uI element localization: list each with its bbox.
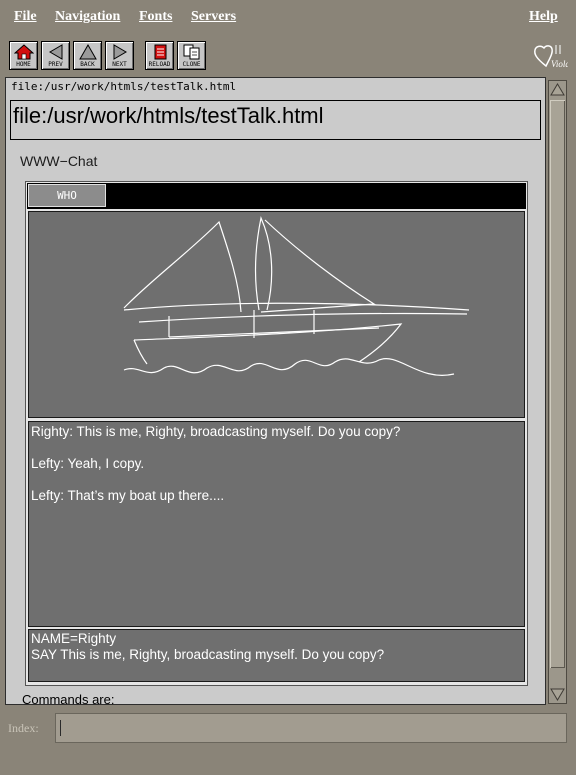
url-label: file:/usr/work/htmls/testTalk.html [11, 80, 237, 93]
command-input[interactable]: NAME=Righty SAY This is me, Righty, broa… [28, 629, 525, 682]
reload-button[interactable]: RELOAD [145, 41, 174, 70]
arrow-up-icon [79, 44, 97, 60]
menu-file[interactable]: File [14, 9, 37, 25]
arrow-right-icon [113, 44, 127, 60]
chat-applet: WHO Righty: This is me, Righty, broadcas… [25, 181, 528, 686]
reload-document-icon [154, 44, 167, 60]
chat-log[interactable]: Righty: This is me, Righty, broadcasting… [28, 421, 525, 627]
chat-message: Righty: This is me, Righty, broadcasting… [31, 424, 401, 439]
next-label: NEXT [112, 61, 127, 68]
prev-button[interactable]: PREV [41, 41, 70, 70]
triangle-down-icon [550, 688, 565, 701]
back-button[interactable]: BACK [73, 41, 102, 70]
say-command: SAY This is me, Righty, broadcasting mys… [31, 647, 385, 662]
svg-text:Viola: Viola [551, 59, 568, 69]
menu-bar: File Navigation Fonts Servers Help [0, 0, 576, 34]
name-command: NAME=Righty [31, 631, 117, 646]
who-button[interactable]: WHO [28, 184, 106, 207]
document-view[interactable]: file:/usr/work/htmls/testTalk.html file:… [5, 77, 546, 705]
index-input[interactable] [55, 713, 567, 743]
page-title: WWW−Chat [20, 153, 98, 169]
clone-label: CLONE [182, 61, 201, 68]
chat-message: Lefty: That’s my boat up there.... [31, 488, 225, 503]
home-button[interactable]: HOME [9, 41, 38, 70]
index-label: Index: [8, 721, 39, 735]
viola-logo: Viola [532, 42, 570, 70]
arrow-left-icon [49, 44, 63, 60]
sailboat-sketch [123, 216, 470, 376]
prev-label: PREV [48, 61, 63, 68]
chat-message: Lefty: Yeah, I copy. [31, 456, 145, 471]
clone-button[interactable]: CLONE [177, 41, 206, 70]
who-bar: WHO [27, 183, 526, 209]
home-label: HOME [16, 61, 31, 68]
vertical-scrollbar[interactable] [548, 80, 567, 704]
reload-label: RELOAD [148, 61, 171, 68]
back-label: BACK [80, 61, 95, 68]
menu-navigation[interactable]: Navigation [55, 9, 120, 25]
page-heading-url: file:/usr/work/htmls/testTalk.html [10, 100, 541, 140]
triangle-up-icon [550, 83, 565, 96]
scroll-thumb[interactable] [550, 100, 565, 668]
menu-fonts[interactable]: Fonts [139, 9, 172, 25]
scroll-up-button[interactable] [549, 81, 566, 98]
commands-heading: Commands are: [22, 692, 115, 705]
scroll-down-button[interactable] [549, 686, 566, 703]
menu-help[interactable]: Help [529, 9, 558, 25]
viola-heart-icon: Viola [534, 45, 570, 69]
next-button[interactable]: NEXT [105, 41, 134, 70]
drawing-canvas[interactable] [28, 211, 525, 418]
home-icon [14, 44, 34, 60]
clone-documents-icon [183, 44, 200, 60]
text-caret [60, 720, 61, 736]
menu-servers[interactable]: Servers [191, 9, 236, 25]
